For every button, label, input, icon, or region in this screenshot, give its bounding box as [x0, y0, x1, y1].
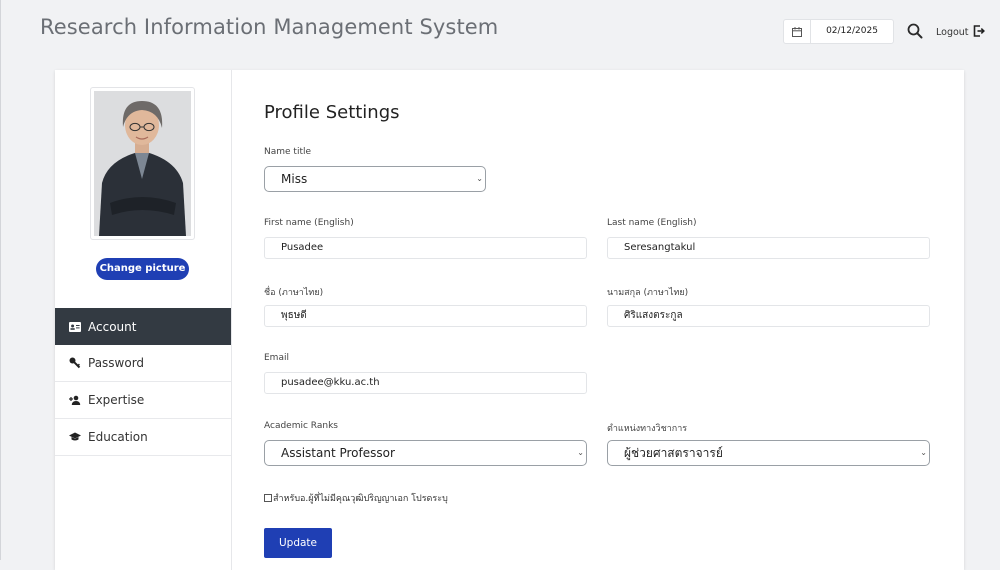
last-name-en-label: Last name (English) — [607, 218, 697, 228]
academic-rank-select[interactable]: Assistant Professor ⌄ — [264, 440, 587, 466]
graduation-cap-icon — [69, 431, 81, 443]
profile-form: Profile Settings Name title Miss ⌄ First… — [231, 70, 964, 570]
logout-icon[interactable] — [973, 24, 985, 40]
name-title-value[interactable]: Miss — [281, 172, 307, 186]
academic-rank-value[interactable]: Assistant Professor — [281, 446, 395, 460]
no-doctorate-option[interactable]: สำหรับอ.ผู้ที่ไม่มีคุณวุฒิปริญญาเอก โปรด… — [264, 491, 448, 505]
sidebar-item-label: Expertise — [88, 393, 145, 407]
profile-photo-image — [94, 91, 191, 236]
logout-link[interactable]: Logout — [936, 24, 985, 40]
sidebar-item-expertise[interactable]: Expertise — [55, 382, 231, 419]
no-doctorate-checkbox[interactable] — [264, 494, 272, 502]
top-bar: Research Information Management System 0… — [0, 0, 1000, 62]
last-name-en-input[interactable]: Seresangtakul — [607, 237, 930, 259]
date-value[interactable]: 02/12/2025 — [811, 20, 893, 43]
email-label: Email — [264, 353, 289, 363]
academic-rank-label: Academic Ranks — [264, 421, 338, 431]
user-plus-icon — [69, 394, 81, 406]
date-picker[interactable]: 02/12/2025 — [783, 19, 894, 44]
name-title-select[interactable]: Miss ⌄ — [264, 166, 486, 192]
id-card-icon — [69, 321, 81, 333]
first-name-th-input[interactable]: พุธษดี — [264, 305, 587, 327]
name-title-label: Name title — [264, 147, 312, 157]
first-name-en-input[interactable]: Pusadee — [264, 237, 587, 259]
key-icon — [69, 357, 81, 369]
last-name-th-label: นามสกุล (ภาษาไทย) — [607, 288, 689, 298]
page-title: Profile Settings — [264, 102, 400, 123]
sidebar-nav: Account Password Expertise Education — [55, 308, 231, 456]
sidebar-item-password[interactable]: Password — [55, 345, 231, 382]
first-name-en-label: First name (English) — [264, 218, 354, 228]
sidebar-item-label: Education — [88, 430, 148, 444]
chevron-down-icon[interactable]: ⌄ — [920, 441, 927, 465]
sidebar-item-account[interactable]: Account — [55, 308, 231, 345]
calendar-icon[interactable] — [784, 20, 811, 43]
change-picture-button[interactable]: Change picture — [96, 258, 189, 280]
sidebar-item-label: Account — [88, 319, 137, 334]
first-name-th-label: ชื่อ (ภาษาไทย) — [264, 288, 324, 298]
window-left-edge — [0, 0, 1, 560]
logout-label[interactable]: Logout — [936, 27, 969, 38]
email-field[interactable]: pusadee@kku.ac.th — [264, 372, 587, 394]
academic-rank-th-select[interactable]: ผู้ช่วยศาสตราจารย์ ⌄ — [607, 440, 930, 466]
profile-photo — [90, 87, 195, 240]
chevron-down-icon[interactable]: ⌄ — [476, 167, 483, 191]
last-name-th-input[interactable]: ศิริแสงตระกูล — [607, 305, 930, 327]
sidebar: Change picture Account Password Expertis… — [55, 70, 232, 570]
academic-rank-th-label: ตำแหน่งทางวิชาการ — [607, 424, 688, 434]
profile-card: Change picture Account Password Expertis… — [55, 70, 964, 570]
no-doctorate-label[interactable]: สำหรับอ.ผู้ที่ไม่มีคุณวุฒิปริญญาเอก โปรด… — [273, 491, 448, 505]
app-title: Research Information Management System — [40, 15, 499, 39]
sidebar-item-label: Password — [88, 356, 145, 370]
sidebar-item-education[interactable]: Education — [55, 419, 231, 456]
search-icon[interactable] — [906, 22, 924, 40]
academic-rank-th-value[interactable]: ผู้ช่วยศาสตราจารย์ — [624, 446, 723, 460]
update-button[interactable]: Update — [264, 528, 332, 558]
chevron-down-icon[interactable]: ⌄ — [577, 441, 584, 465]
